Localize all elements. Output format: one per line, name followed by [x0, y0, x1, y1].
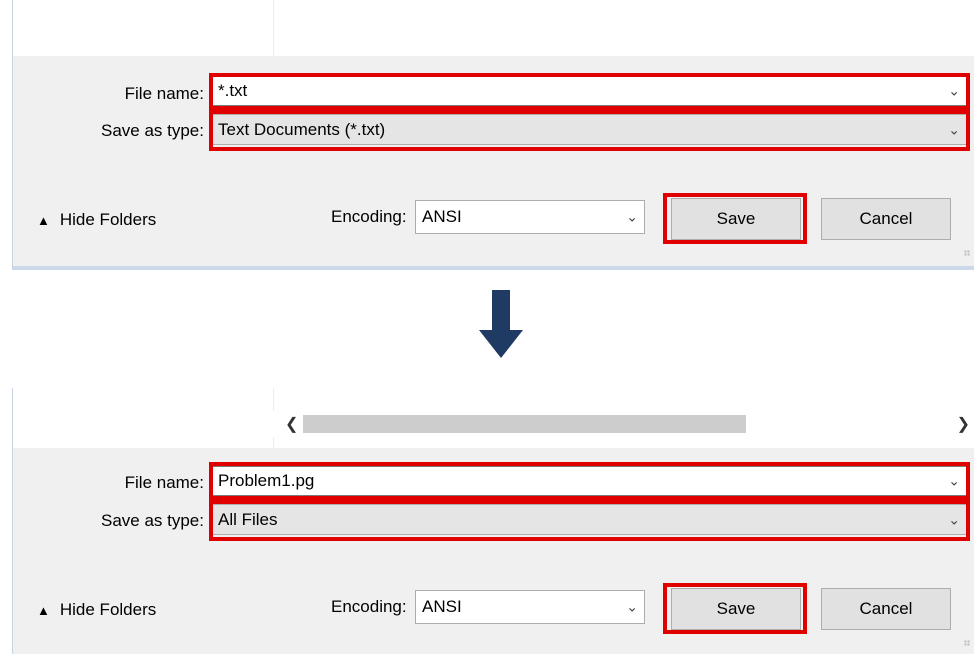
- dialog-bottom-border: [13, 266, 974, 270]
- file-name-label: File name:: [124, 473, 204, 492]
- resize-grip[interactable]: [964, 640, 970, 646]
- highlight-save-as-type: [209, 110, 970, 151]
- encoding-value: ANSI: [422, 207, 462, 226]
- hide-folders-button[interactable]: ▲ Hide Folders: [37, 210, 156, 230]
- cancel-label: Cancel: [859, 209, 913, 228]
- chevron-down-icon[interactable]: ⌄: [626, 209, 638, 226]
- save-dialog-before: File name: *.txt ⌄ Save as type: Text Do…: [0, 0, 974, 270]
- scroll-right-icon[interactable]: ❯: [957, 414, 970, 434]
- cancel-label: Cancel: [859, 599, 913, 618]
- dialog-body: File name: *.txt ⌄ Save as type: Text Do…: [12, 0, 974, 270]
- hide-folders-label: Hide Folders: [59, 210, 157, 229]
- scroll-left-icon[interactable]: ❮: [285, 414, 298, 434]
- highlight-save-as-type: [209, 500, 970, 541]
- highlight-file-name: [209, 73, 970, 110]
- hide-folders-button[interactable]: ▲ Hide Folders: [37, 600, 156, 620]
- arrow-down-icon: [479, 290, 523, 358]
- encoding-label: Encoding:: [331, 207, 407, 226]
- save-as-type-label: Save as type:: [100, 511, 204, 530]
- highlight-save: [663, 193, 807, 244]
- encoding-select[interactable]: ANSI ⌄: [415, 200, 645, 234]
- encoding-value: ANSI: [422, 597, 462, 616]
- horizontal-scrollbar[interactable]: ❮ ❯: [273, 411, 974, 437]
- save-as-type-label: Save as type:: [100, 121, 204, 140]
- encoding-label: Encoding:: [331, 597, 407, 616]
- folder-view: [13, 0, 974, 56]
- caret-up-icon: ▲: [37, 602, 50, 618]
- hide-folders-label: Hide Folders: [59, 600, 157, 619]
- save-dialog-after: ❮ ❯ File name: Problem1.pg ⌄ Save as typ…: [0, 388, 974, 654]
- pane-divider: [273, 0, 274, 56]
- cancel-button[interactable]: Cancel: [821, 198, 951, 240]
- highlight-file-name: [209, 462, 970, 500]
- highlight-save: [663, 583, 807, 634]
- dialog-body: ❮ ❯ File name: Problem1.pg ⌄ Save as typ…: [12, 388, 974, 654]
- encoding-select[interactable]: ANSI ⌄: [415, 590, 645, 624]
- resize-grip[interactable]: [964, 250, 970, 256]
- scroll-thumb[interactable]: [303, 415, 746, 433]
- file-name-label: File name:: [124, 84, 204, 103]
- caret-up-icon: ▲: [37, 212, 50, 228]
- chevron-down-icon[interactable]: ⌄: [626, 599, 638, 616]
- cancel-button[interactable]: Cancel: [821, 588, 951, 630]
